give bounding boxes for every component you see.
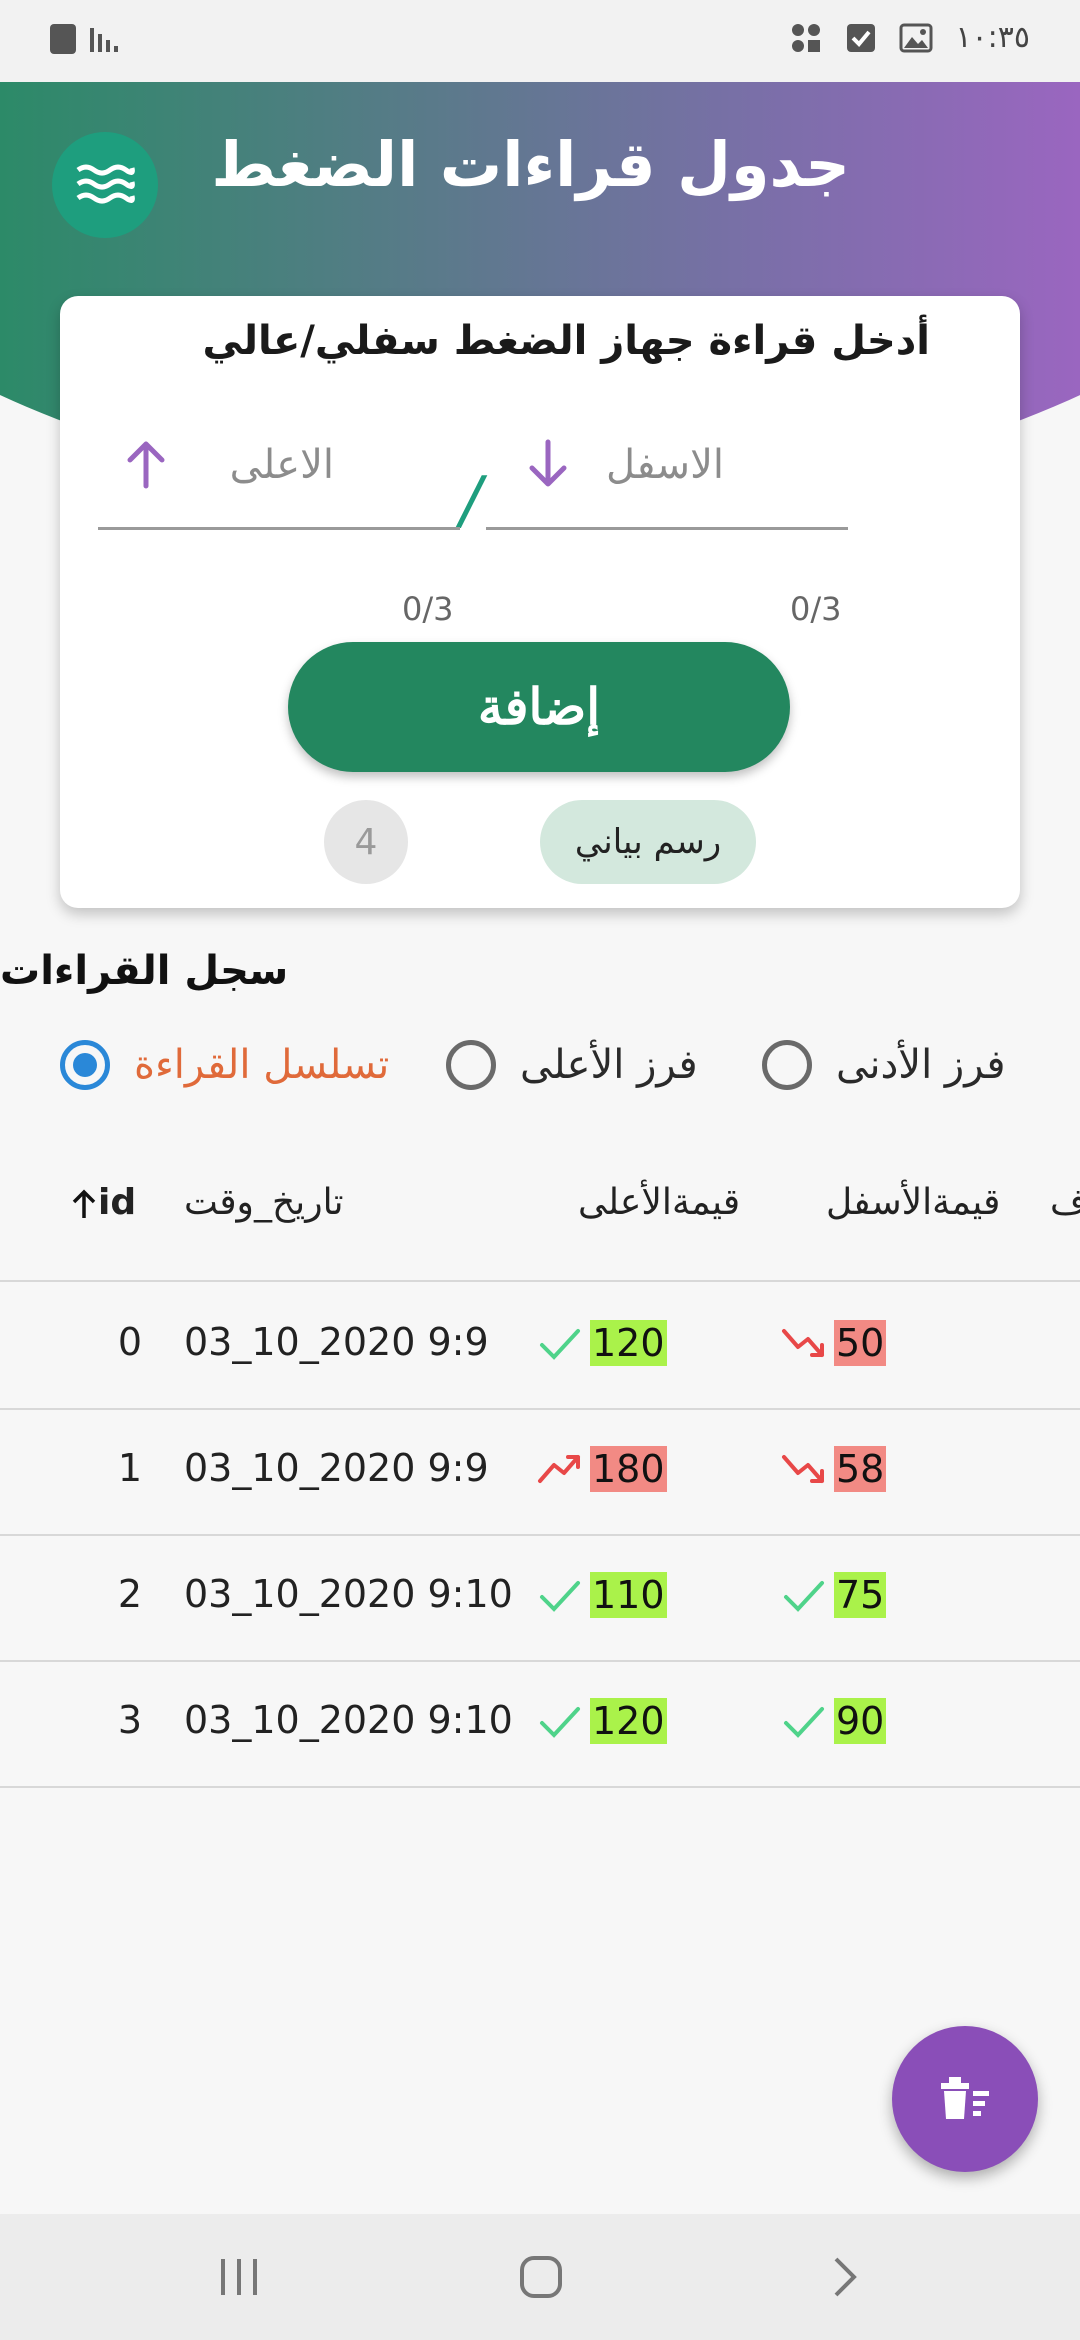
trending-up-icon [538, 1455, 580, 1483]
column-header-truncated: ف [1050, 1182, 1080, 1223]
arrow-up-icon [127, 441, 165, 489]
row-id: 0 [117, 1320, 142, 1364]
log-title: سجل القراءات [0, 948, 289, 994]
table-header: id تاريخ_وقت قيمةالأعلى قيمةالأسفل ف [0, 1170, 1080, 1282]
trending-down-icon [782, 1455, 824, 1483]
table-row[interactable]: 0 03_10_2020 9:9 120 50 [0, 1284, 1080, 1410]
apps-icon [792, 23, 821, 52]
high-value-counter: 0/3 [402, 590, 454, 628]
status-bar: ١٠:٣٥ [0, 0, 1080, 82]
radio-unselected-icon [446, 1040, 496, 1090]
row-low-value: 58 [780, 1446, 887, 1492]
recent-apps-icon [221, 2259, 257, 2295]
back-button[interactable] [810, 2242, 880, 2312]
row-date: 03_10_2020 9:9 [184, 1446, 489, 1490]
app-logo [52, 132, 158, 238]
row-id: 1 [117, 1446, 142, 1490]
sort-option-sequence[interactable]: تسلسل القراءة [60, 1040, 389, 1090]
high-value-number: 120 [590, 1320, 667, 1366]
check-icon [540, 1329, 580, 1360]
row-date: 03_10_2020 9:10 [184, 1698, 513, 1742]
checkbox-icon [847, 23, 876, 52]
low-value-counter: 0/3 [790, 590, 842, 628]
status-right: ١٠:٣٥ [789, 20, 1030, 55]
high-value-number: 110 [590, 1572, 667, 1618]
column-header-date[interactable]: تاريخ_وقت [184, 1182, 344, 1223]
add-button[interactable]: إضافة [288, 642, 790, 772]
separator: / [460, 464, 482, 538]
page-title: جدول قراءات الضغط [211, 128, 850, 201]
navigation-bar [0, 2214, 1080, 2340]
sort-option-highest[interactable]: فرز الأعلى [446, 1040, 698, 1090]
back-chevron-icon [834, 2257, 857, 2297]
row-high-value: 120 [536, 1698, 667, 1744]
image-icon [899, 23, 933, 52]
low-value-field[interactable]: الاسفل [486, 424, 848, 530]
battery-icon [50, 24, 76, 54]
high-value-placeholder: الاعلى [229, 442, 334, 488]
high-value-field[interactable]: الاعلى [98, 424, 460, 530]
check-icon [540, 1707, 580, 1738]
waves-icon [76, 164, 135, 204]
sort-option-label: تسلسل القراءة [134, 1042, 390, 1088]
table-row[interactable]: 1 03_10_2020 9:9 180 58 [0, 1410, 1080, 1536]
row-low-value: 90 [780, 1698, 887, 1744]
row-high-value: 110 [536, 1572, 667, 1618]
delete-sweep-icon [941, 2077, 989, 2119]
clock: ١٠:٣٥ [955, 20, 1030, 55]
row-high-value: 120 [536, 1320, 667, 1366]
low-value-number: 90 [834, 1698, 887, 1744]
low-value-placeholder: الاسفل [606, 442, 724, 488]
column-header-id[interactable]: id [70, 1182, 136, 1223]
delete-all-button[interactable] [892, 2026, 1038, 2172]
signal-icon [90, 28, 118, 52]
arrow-down-icon [529, 439, 567, 487]
trending-down-icon [782, 1329, 824, 1357]
low-value-number: 75 [834, 1572, 887, 1618]
row-id: 2 [117, 1572, 142, 1616]
column-header-id-label: id [98, 1182, 137, 1223]
radio-unselected-icon [762, 1040, 812, 1090]
chart-button[interactable]: رسم بياني [540, 800, 756, 884]
low-value-number: 50 [834, 1320, 887, 1366]
sort-arrow-up-icon [72, 1189, 96, 1218]
row-low-value: 50 [780, 1320, 887, 1366]
sort-option-label: فرز الأدنى [836, 1042, 1006, 1088]
radio-selected-icon [60, 1040, 110, 1090]
sort-options: تسلسل القراءة فرز الأعلى فرز الأدنى [60, 1040, 1060, 1104]
high-value-number: 120 [590, 1698, 667, 1744]
table-row[interactable]: 3 03_10_2020 9:10 120 90 [0, 1662, 1080, 1788]
row-high-value: 180 [536, 1446, 667, 1492]
row-id: 3 [117, 1698, 142, 1742]
sort-option-lowest[interactable]: فرز الأدنى [762, 1040, 1005, 1090]
entry-card-title: أدخل قراءة جهاز الضغط سفلي/عالي [202, 318, 930, 364]
row-date: 03_10_2020 9:10 [184, 1572, 513, 1616]
row-low-value: 75 [780, 1572, 887, 1618]
check-icon [784, 1581, 824, 1612]
row-date: 03_10_2020 9:9 [184, 1320, 489, 1364]
check-icon [540, 1581, 580, 1612]
sort-option-label: فرز الأعلى [520, 1042, 698, 1088]
home-button[interactable] [506, 2242, 576, 2312]
count-badge: 4 [324, 800, 408, 884]
column-header-low[interactable]: قيمةالأسفل [826, 1182, 1000, 1223]
low-value-number: 58 [834, 1446, 887, 1492]
column-header-high[interactable]: قيمةالأعلى [578, 1182, 740, 1223]
recent-apps-button[interactable] [204, 2242, 274, 2312]
home-icon [520, 2256, 562, 2298]
check-icon [784, 1707, 824, 1738]
high-value-number: 180 [590, 1446, 667, 1492]
entry-card: أدخل قراءة جهاز الضغط سفلي/عالي الاسفل /… [60, 296, 1020, 908]
status-left [50, 22, 122, 56]
table-row[interactable]: 2 03_10_2020 9:10 110 75 [0, 1536, 1080, 1662]
